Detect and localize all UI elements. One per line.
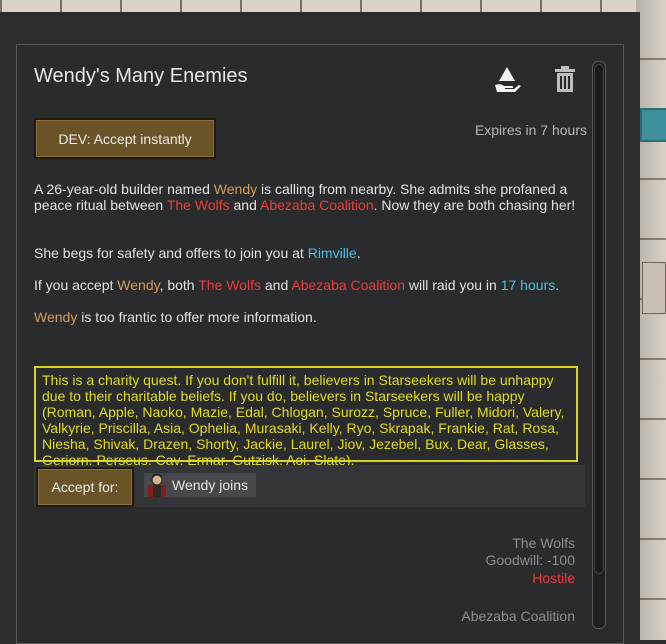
faction-info-wolfs: The Wolfs Goodwill: -100 Hostile (486, 535, 576, 587)
text: is too frantic to offer more information… (77, 309, 317, 325)
text: A 26-year-old builder named (34, 181, 214, 197)
pawn-link[interactable]: Wendy (117, 277, 159, 293)
text: . Now they are both chasing her! (373, 197, 576, 213)
trash-icon (555, 66, 575, 92)
faction-status: Hostile (532, 570, 575, 586)
text: She begs for safety and offers to join y… (34, 245, 308, 261)
quest-panel: Wendy's Many Enemies DEV: Accept instant… (16, 44, 624, 644)
text: and (261, 277, 292, 293)
game-background-right (636, 0, 666, 640)
faction-link[interactable]: Abezaba Coalition (260, 197, 374, 213)
text: . (356, 245, 361, 261)
quest-paragraph: Wendy is too frantic to offer more infor… (34, 309, 584, 325)
expires-label: Expires in 7 hours (474, 122, 587, 138)
text: and (229, 197, 260, 213)
text: will raid you in (405, 277, 501, 293)
dev-accept-button[interactable]: DEV: Accept instantly (34, 118, 216, 159)
faction-goodwill: Goodwill: -100 (485, 552, 576, 568)
pawn-portrait-icon (148, 473, 166, 497)
accept-for-button[interactable]: Accept for: (36, 467, 134, 507)
quest-window: Wendy's Many Enemies DEV: Accept instant… (0, 12, 640, 644)
pawn-link[interactable]: Wendy (214, 181, 257, 197)
reward-label: Wendy joins (172, 477, 249, 493)
map-object (642, 262, 666, 314)
faction-link[interactable]: The Wolfs (198, 277, 261, 293)
quest-paragraph: She begs for safety and offers to join y… (34, 245, 584, 261)
quest-title: Wendy's Many Enemies (34, 65, 248, 87)
text: If you accept (34, 277, 118, 293)
faction-link[interactable]: Abezaba Coalition (291, 277, 405, 293)
pawn-link[interactable]: Wendy (34, 309, 77, 325)
text: , both (159, 277, 199, 293)
charity-notice: This is a charity quest. If you don't fu… (34, 366, 578, 468)
scrollbar[interactable] (592, 61, 606, 629)
text: . (555, 277, 560, 293)
scrollbar-thumb[interactable] (594, 64, 604, 574)
faction-link[interactable]: The Wolfs (167, 197, 230, 213)
quest-description: A 26-year-old builder named Wendy is cal… (34, 181, 584, 213)
quest-paragraph: If you accept Wendy, both The Wolfs and … (34, 277, 584, 293)
time-highlight: 17 hours (500, 277, 556, 293)
settlement-link[interactable]: Rimville (308, 245, 357, 261)
reward-item[interactable]: Wendy joins (144, 473, 256, 497)
accept-row: Accept for: Wendy joins (34, 465, 585, 507)
wall-shade (636, 0, 666, 640)
delete-button[interactable] (549, 63, 581, 95)
map-object (640, 108, 666, 142)
dismiss-icon (495, 67, 521, 92)
faction-name: Abezaba Coalition (461, 608, 575, 624)
dismiss-button[interactable] (491, 63, 523, 95)
faction-name: The Wolfs (512, 535, 575, 551)
faction-info-abezaba: Abezaba Coalition (461, 608, 575, 625)
